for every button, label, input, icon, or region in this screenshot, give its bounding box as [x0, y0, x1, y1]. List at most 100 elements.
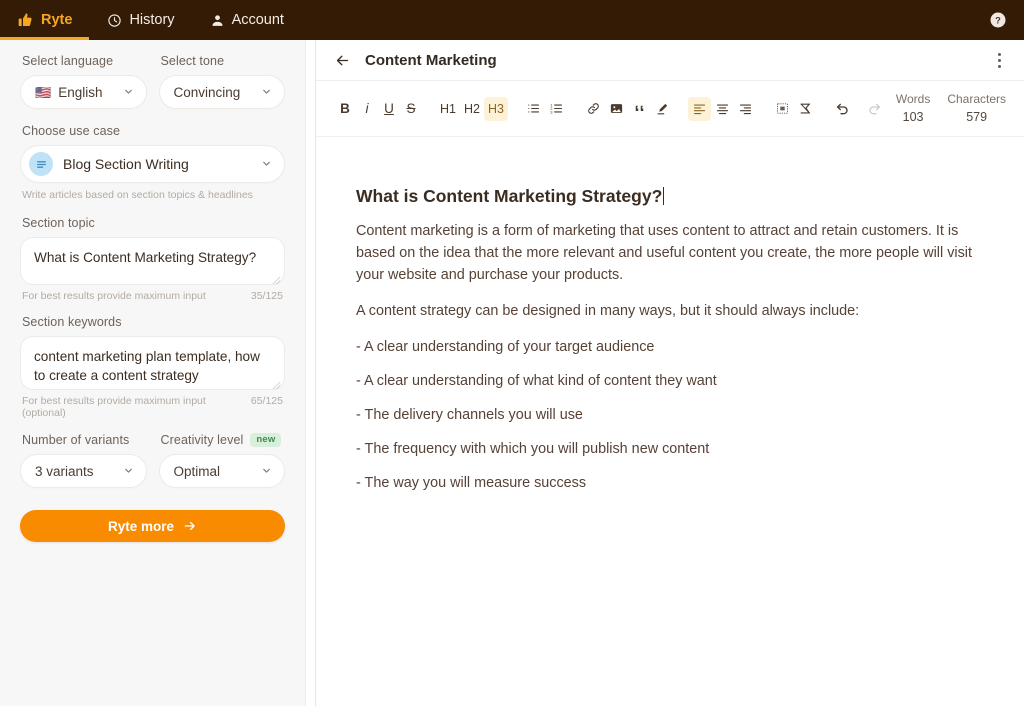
image-icon[interactable]	[605, 97, 628, 121]
nav-tab-account[interactable]: Account	[192, 0, 301, 40]
section-keywords-wrapper	[20, 336, 285, 390]
section-keywords-hint-row: For best results provide maximum input (…	[22, 395, 283, 419]
document-heading[interactable]: What is Content Marketing Strategy?	[356, 185, 665, 208]
document-paragraph[interactable]: Content marketing is a form of marketing…	[356, 220, 976, 286]
formatting-toolbar: B i U S H1 H2 H3 1 2 3 Words 103 Charact…	[316, 81, 1024, 137]
clear-format-icon[interactable]	[794, 97, 817, 121]
tone-value: Convincing	[173, 84, 241, 100]
tone-select[interactable]: Convincing	[158, 75, 285, 109]
section-keywords-counter: 65/125	[250, 395, 283, 407]
nav-tab-label: Ryte	[41, 12, 73, 28]
document-counters: Words 103 Characters 579	[896, 91, 1008, 127]
language-label: Select language	[22, 54, 114, 68]
ryte-more-button[interactable]: Ryte more	[20, 510, 285, 543]
app-root: Ryte History Account ? Select language 🇺…	[0, 0, 1024, 706]
link-icon[interactable]	[582, 97, 605, 121]
heading-2-button[interactable]: H2	[460, 97, 484, 121]
variants-value: 3 variants	[35, 463, 94, 479]
document-list-item[interactable]: - A clear understanding of your target a…	[356, 336, 976, 358]
heading-3-button[interactable]: H3	[484, 96, 508, 121]
section-topic-field-group: Section topic For best results provide m…	[20, 216, 285, 302]
word-count-value: 103	[902, 110, 924, 125]
creativity-label-row: Creativity level new	[160, 433, 286, 448]
chevron-down-icon	[123, 464, 134, 479]
section-topic-wrapper	[20, 237, 285, 285]
align-left-icon[interactable]	[688, 96, 711, 121]
document-header: Content Marketing	[316, 40, 1024, 81]
editor-panel: Content Marketing B i U S H1 H2 H3 1 2 3…	[316, 40, 1024, 706]
document-content[interactable]: What is Content Marketing Strategy? Cont…	[316, 137, 1016, 494]
quote-icon[interactable]	[628, 97, 651, 121]
tone-label: Select tone	[160, 54, 225, 68]
document-heading-text: What is Content Marketing Strategy?	[356, 186, 663, 206]
variants-creativity-row: Number of variants 3 variants Creativity…	[20, 433, 286, 489]
section-topic-counter: 35/125	[250, 290, 283, 302]
document-list-item[interactable]: - A clear understanding of what kind of …	[356, 370, 976, 392]
strikethrough-button[interactable]: S	[400, 97, 422, 121]
use-case-select[interactable]: Blog Section Writing	[20, 145, 285, 183]
chevron-down-icon	[123, 85, 134, 100]
character-count-label: Characters	[947, 91, 1006, 106]
document-paragraph[interactable]: A content strategy can be designed in ma…	[356, 300, 976, 322]
section-topic-input[interactable]	[20, 237, 285, 285]
document-list-item[interactable]: - The frequency with which you will publ…	[356, 438, 976, 460]
section-keywords-input[interactable]	[20, 336, 285, 390]
main-split: Select language 🇺🇸 English Select tone C…	[0, 40, 1024, 706]
nav-tab-ryte[interactable]: Ryte	[0, 0, 90, 40]
italic-button[interactable]: i	[356, 97, 378, 121]
highlighter-icon[interactable]	[651, 97, 674, 121]
language-field-group: Select language 🇺🇸 English	[20, 54, 147, 109]
language-tone-row: Select language 🇺🇸 English Select tone C…	[20, 54, 285, 109]
section-keywords-hint: For best results provide maximum input (…	[22, 395, 206, 419]
document-scroll-area[interactable]: What is Content Marketing Strategy? Cont…	[316, 137, 1024, 706]
align-center-icon[interactable]	[711, 97, 734, 121]
character-count-value: 579	[966, 110, 988, 125]
use-case-helper-text: Write articles based on section topics &…	[22, 189, 253, 201]
undo-icon[interactable]	[831, 97, 855, 121]
variants-field-group: Number of variants 3 variants	[20, 433, 147, 488]
ryte-more-label: Ryte more	[107, 518, 175, 534]
heading-1-button[interactable]: H1	[436, 97, 460, 121]
arrow-right-icon	[183, 519, 197, 533]
section-keywords-label: Section keywords	[22, 315, 122, 329]
chevron-down-icon	[261, 156, 272, 172]
page-title: Content Marketing	[365, 51, 497, 69]
document-list-item[interactable]: - The way you will measure success	[356, 472, 976, 494]
use-case-field-group: Choose use case Blog Section Writing Wri…	[20, 124, 285, 201]
arrow-left-icon[interactable]	[334, 52, 351, 69]
table-icon[interactable]	[771, 97, 794, 121]
redo-icon[interactable]	[862, 97, 886, 121]
section-topic-hint: For best results provide maximum input	[22, 290, 206, 302]
nav-tab-label: History	[129, 12, 175, 28]
creativity-select[interactable]: Optimal	[158, 454, 285, 489]
align-right-icon[interactable]	[734, 97, 757, 121]
svg-text:3: 3	[550, 109, 553, 114]
top-navigation-bar: Ryte History Account ?	[0, 0, 1024, 40]
variants-select[interactable]: 3 variants	[20, 454, 147, 488]
new-badge: new	[250, 433, 282, 448]
word-count: Words 103	[896, 91, 930, 127]
text-caret	[663, 187, 665, 205]
sidebar-divider	[305, 40, 316, 706]
language-select[interactable]: 🇺🇸 English	[20, 75, 147, 109]
bullet-list-icon[interactable]	[522, 97, 545, 121]
underline-button[interactable]: U	[378, 97, 400, 121]
variants-label: Number of variants	[22, 433, 130, 447]
numbered-list-icon[interactable]: 1 2 3	[545, 97, 568, 121]
document-list-item[interactable]: - The delivery channels you will use	[356, 404, 976, 426]
thumbs-up-icon	[18, 12, 34, 28]
creativity-field-group: Creativity level new Optimal	[158, 433, 286, 489]
us-flag-icon: 🇺🇸	[35, 84, 52, 100]
language-value: English	[58, 84, 103, 100]
creativity-value: Optimal	[173, 463, 221, 479]
question-circle-icon[interactable]: ?	[989, 11, 1007, 29]
creativity-label: Creativity level	[160, 433, 244, 448]
word-count-label: Words	[895, 91, 931, 106]
kebab-menu-icon[interactable]	[991, 52, 1007, 68]
tone-field-group: Select tone Convincing	[158, 54, 285, 109]
nav-tab-history[interactable]: History	[89, 0, 191, 40]
paragraph-lines-icon	[29, 152, 53, 176]
character-count: Characters 579	[947, 91, 1006, 127]
bold-button[interactable]: B	[334, 97, 356, 121]
section-keywords-field-group: Section keywords For best results provid…	[20, 315, 285, 419]
